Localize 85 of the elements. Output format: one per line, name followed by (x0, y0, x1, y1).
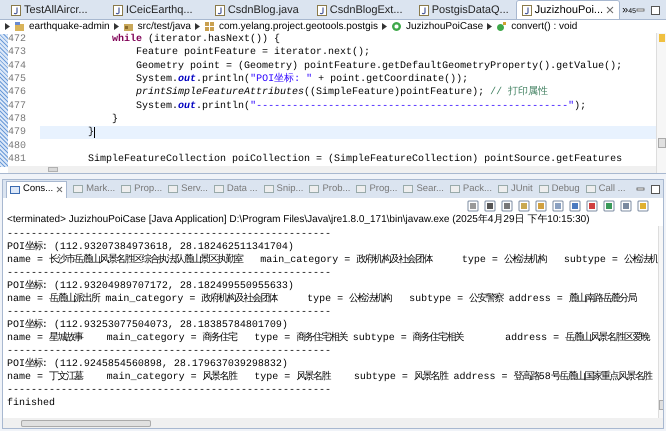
source-folder-icon (122, 21, 134, 32)
java-file-icon (214, 4, 225, 16)
line-number: 477 (8, 100, 28, 114)
view-icon (10, 184, 20, 194)
editor-tab[interactable]: JuzizhouPoi... (516, 0, 620, 19)
line-number: 478 (8, 112, 28, 127)
caret-icon (382, 23, 387, 30)
console-line: name = 丁文江墓 main_category = 风景名胜 type = 风景名胜 subtype = 风景名胜 address = 登高路58号岳麓山国家重点风景名胜 (7, 371, 654, 384)
caret-icon (114, 23, 119, 30)
line-number: 473 (8, 46, 28, 60)
line-number: 480 (8, 140, 28, 154)
console-line: name = 星城故事 main_category = 商务住宅 type = 商务住宅相关 subtype = 商务住宅相关 address = 岳麓山风景名胜区爱晚 (7, 332, 651, 345)
close-icon[interactable] (606, 6, 614, 14)
view-icon (538, 184, 549, 194)
code-line: System.out.println("POI坐标: " + point.getCoordinate()); (135, 72, 468, 86)
view-icon (309, 184, 320, 194)
editor-tab[interactable]: CsdnBlog.java (210, 1, 312, 19)
view-icon (168, 184, 178, 194)
console-line: ------------------------------------------------------ (7, 306, 332, 318)
breadcrumb-item[interactable]: src/test/java (138, 19, 191, 34)
console-line: POI坐标: (112.93204989707172, 28.182499550955633) (7, 280, 295, 292)
code-line: printSimpleFeatureAttributes((SimpleFeature)pointFeature); // 打印属性 (135, 85, 548, 100)
project-icon (14, 21, 25, 32)
method-icon (496, 21, 508, 32)
maximize-icon[interactable] (651, 6, 660, 14)
view-icon (586, 184, 596, 194)
console-line: ------------------------------------------------------ (7, 267, 332, 280)
console-line: name = 岳麓山派出所 main_category = 政府机构及社会团体 type = 公检法机构 subtype = 公安警察 address = 麓山南路岳麓分局 (7, 293, 638, 306)
editor-tab[interactable]: CsdnBlogExt... (312, 1, 414, 19)
console-line: ------------------------------------------------------ (7, 384, 332, 397)
breadcrumb-item[interactable]: convert() : void (511, 19, 578, 34)
horizontal-scrollbar[interactable] (3, 418, 663, 428)
console-line: ------------------------------------------------------ (7, 228, 332, 240)
text-cursor (94, 127, 96, 138)
view-icon (403, 184, 414, 194)
view-icon (73, 184, 84, 194)
breadcrumb-item[interactable]: JuzizhouPoiCase (406, 19, 484, 34)
console-line: POI坐标: (112.93253077504073, 28.18385784801709) (7, 319, 289, 332)
java-file-icon (522, 4, 532, 16)
code-line: } (111, 112, 118, 127)
view-icon (450, 184, 460, 194)
close-icon[interactable] (56, 186, 64, 193)
caret-icon (194, 23, 200, 30)
java-file-icon (11, 4, 21, 16)
editor-tab[interactable]: TestAllAircr... (6, 1, 108, 19)
breadcrumb-item[interactable]: earthquake-admin (29, 19, 110, 34)
editor-tab[interactable]: ICeicEarthq... (108, 1, 210, 19)
line-number: 481 (8, 152, 28, 166)
code-line: Geometry point = (Geometry) pointFeature.getDefaultGeometryProperty().getValue(); (135, 60, 622, 72)
java-file-icon (418, 4, 429, 16)
maximize-icon[interactable] (651, 184, 660, 194)
line-number: 474 (8, 60, 28, 74)
console-line: POI坐标: (112.93207384973618, 28.182462511341704) (7, 241, 295, 254)
minimize-icon[interactable] (636, 6, 646, 14)
console-line: finished (7, 397, 56, 410)
line-number: 479 (8, 126, 28, 140)
view-tab[interactable]: Cons... (6, 180, 68, 198)
view-icon (264, 184, 274, 194)
line-number: 475 (8, 73, 28, 87)
caret-icon (5, 23, 10, 30)
minimize-icon[interactable] (636, 184, 645, 194)
caret-icon (487, 23, 492, 30)
view-icon (214, 184, 224, 194)
breadcrumb-item[interactable]: com.yelang.project.geotools.postgis (218, 19, 378, 34)
editor-tab[interactable]: PostgisDataQ... (414, 1, 516, 19)
view-icon (356, 184, 366, 194)
java-file-icon (112, 4, 123, 16)
code-line: System.out.println("----------------------------------------------------"); (135, 100, 586, 114)
code-line: Feature pointFeature = iterator.next(); (135, 46, 370, 60)
line-number: 472 (8, 33, 28, 47)
console-line: ------------------------------------------------------ (7, 345, 332, 358)
view-tab[interactable]: Prop... (121, 180, 162, 198)
vertical-scrollbar[interactable] (656, 33, 666, 173)
console-line: name = 长沙市岳麓山风景名胜区综合执法队麓山景区执勤室 main_category = 政府机构及社会团体 type = 公检法机构 subtype = 公检法机 (7, 254, 658, 267)
view-icon (498, 184, 508, 194)
horizontal-scrollbar[interactable] (8, 166, 656, 173)
view-icon (121, 184, 132, 194)
code-line: while (iterator.hasNext()) { (111, 33, 280, 46)
code-line: SimpleFeatureCollection poiCollection = (SimpleFeatureCollection) pointSource.getFeatures (87, 152, 622, 166)
java-file-icon (316, 4, 327, 16)
line-number: 476 (8, 86, 28, 100)
package-icon (204, 21, 215, 32)
console-line: POI坐标: (112.9245854560898, 28.179637039298832) (7, 358, 289, 370)
console-header: <terminated> JuzizhouPoiCase [Java Application] D:\Program Files\Java\jre1.8.0_171\bin\javaw.exe (2025年4月29日 下午10:15:30) (6, 214, 591, 226)
code-line: } (87, 126, 94, 140)
